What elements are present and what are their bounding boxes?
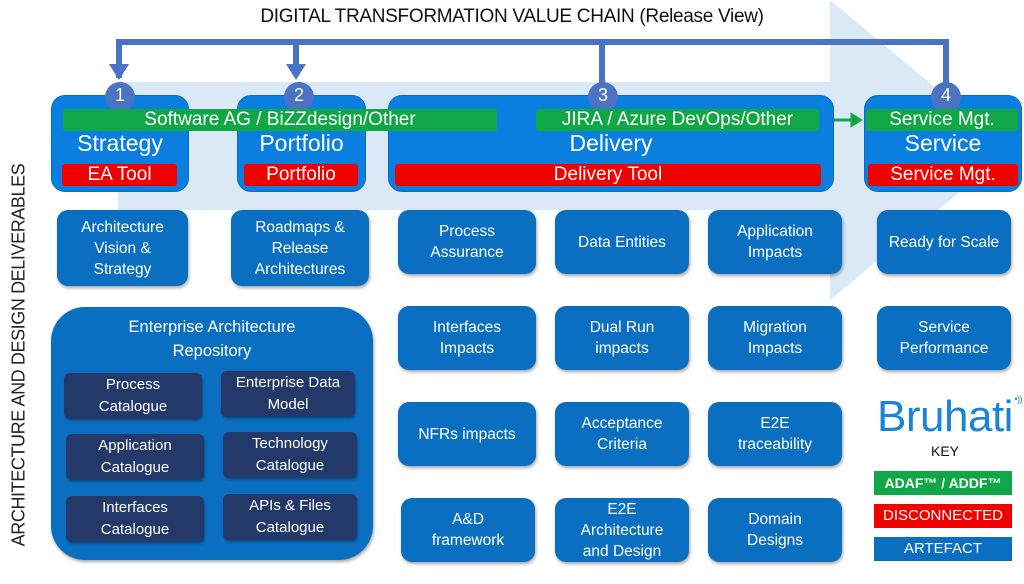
artefact-card: Service Performance <box>877 306 1011 370</box>
stage-name: Service <box>904 130 982 156</box>
artefact-card: Ready for Scale <box>877 210 1011 274</box>
stage-number-badge: 2 <box>284 82 314 112</box>
arrow-down-icon <box>109 64 129 80</box>
artefact-card: Process Assurance <box>398 210 536 274</box>
tool-badge: Delivery Tool <box>395 164 821 186</box>
integration-bar: JIRA / Azure DevOps/Other <box>536 109 819 131</box>
stage-name: Strategy <box>77 130 163 156</box>
stage-name: Delivery <box>569 130 653 156</box>
artefact-card: E2E traceability <box>708 402 842 466</box>
catalogue-card: Technology Catalogue <box>223 432 357 478</box>
catalogue-card: Interfaces Catalogue <box>66 496 204 542</box>
tool-badge: Service Mgt. <box>868 164 1018 186</box>
artefact-card: Roadmaps & Release Architectures <box>231 210 369 286</box>
stage-number-badge: 1 <box>105 82 135 112</box>
diagram-title: DIGITAL TRANSFORMATION VALUE CHAIN (Rele… <box>260 6 764 27</box>
feedback-connector <box>116 39 949 88</box>
stage-number-badge: 3 <box>588 82 618 112</box>
artefact-card: Application Impacts <box>708 210 842 274</box>
artefact-card: Architecture Vision & Strategy <box>57 210 188 286</box>
stage-number-badge: 4 <box>931 82 961 112</box>
artefact-card: Interfaces Impacts <box>398 306 536 370</box>
catalogue-card: Application Catalogue <box>66 434 204 480</box>
catalogue-card: Process Catalogue <box>64 373 202 419</box>
key-adaf: ADAF™ / ADDF™ <box>874 471 1012 495</box>
integration-bar: Software AG / BiZZdesign/Other <box>63 109 497 131</box>
artefact-card: Data Entities <box>555 210 689 274</box>
tool-badge: Portfolio <box>244 164 358 186</box>
arrow-down-icon <box>286 64 306 80</box>
ea-repository: Enterprise Architecture Repository Proce… <box>51 307 373 560</box>
key-artefact: ARTEFACT <box>874 537 1012 561</box>
stage-name: Portfolio <box>259 130 344 156</box>
key-disconnected: DISCONNECTED <box>874 504 1012 528</box>
signal-icon: •)) <box>1014 394 1022 404</box>
tool-badge: EA Tool <box>62 164 177 186</box>
integration-bar: Service Mgt. <box>866 109 1018 131</box>
artefact-card: Domain Designs <box>708 498 842 562</box>
brand-logo: Bruhati •)) <box>877 392 1022 441</box>
artefact-card: Acceptance Criteria <box>555 402 689 466</box>
artefact-card: E2E Architecture and Design <box>555 498 689 562</box>
repository-title: Enterprise Architecture Repository <box>128 318 296 360</box>
artefact-card: NFRs impacts <box>398 402 536 466</box>
artefact-card: Migration Impacts <box>708 306 842 370</box>
catalogue-card: APIs & Files Catalogue <box>223 494 357 540</box>
artefact-card: Dual Run impacts <box>555 306 689 370</box>
side-label: ARCHITECTURE AND DESIGN DELIVERABLES <box>8 163 29 547</box>
key-label: KEY <box>930 443 959 459</box>
artefact-card: A&D framework <box>401 498 535 562</box>
catalogue-card: Enterprise Data Model <box>221 371 355 417</box>
